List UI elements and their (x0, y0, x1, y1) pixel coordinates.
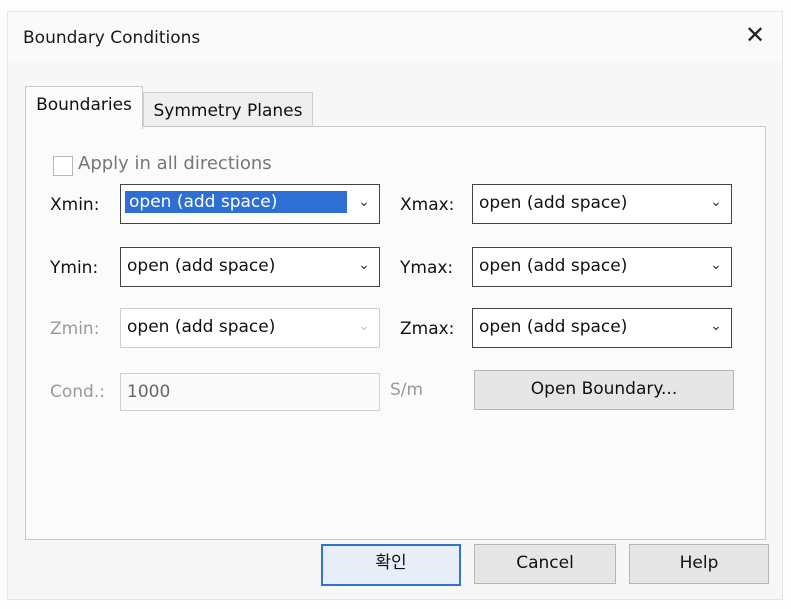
chevron-down-icon: ⌄ (358, 194, 370, 210)
zmax-select[interactable]: open (add space) ⌄ (472, 308, 732, 348)
ymin-label: Ymin: (50, 258, 99, 278)
xmin-value: open (add space) (125, 191, 347, 213)
ymax-label: Ymax: (400, 258, 454, 278)
chevron-down-icon: ⌄ (710, 318, 722, 334)
boundary-conditions-dialog: Boundary Conditions ✕ Boundaries Symmetr… (8, 12, 782, 599)
chevron-down-icon: ⌄ (710, 194, 722, 210)
ymax-value: open (add space) (479, 256, 628, 276)
title-bar: Boundary Conditions ✕ (8, 12, 782, 62)
dialog-title: Boundary Conditions (23, 28, 201, 48)
help-button[interactable]: Help (629, 544, 769, 584)
ymin-value: open (add space) (127, 256, 276, 276)
xmin-label: Xmin: (50, 195, 100, 215)
zmin-label: Zmin: (50, 319, 100, 339)
tab-boundaries[interactable]: Boundaries (25, 86, 143, 129)
open-boundary-button[interactable]: Open Boundary... (474, 370, 734, 410)
close-icon[interactable]: ✕ (740, 20, 770, 50)
xmax-select[interactable]: open (add space) ⌄ (472, 184, 732, 224)
apply-all-directions-checkbox[interactable] (53, 156, 73, 176)
cond-value: 1000 (127, 382, 171, 402)
zmax-label: Zmax: (400, 319, 455, 339)
zmax-value: open (add space) (479, 317, 628, 337)
zmin-value: open (add space) (127, 317, 276, 337)
chevron-down-icon: ⌄ (358, 257, 370, 273)
cancel-button[interactable]: Cancel (474, 544, 616, 584)
cond-label: Cond.: (50, 382, 105, 402)
xmax-value: open (add space) (479, 193, 628, 213)
xmax-label: Xmax: (400, 195, 455, 215)
chevron-down-icon: ⌄ (710, 257, 722, 273)
cond-unit: S/m (390, 380, 424, 400)
cond-input[interactable]: 1000 (120, 373, 380, 411)
tab-symmetry-planes[interactable]: Symmetry Planes (143, 92, 313, 127)
zmin-select[interactable]: open (add space) ⌄ (120, 308, 380, 348)
ymax-select[interactable]: open (add space) ⌄ (472, 247, 732, 287)
chevron-down-icon: ⌄ (358, 318, 370, 334)
ymin-select[interactable]: open (add space) ⌄ (120, 247, 380, 287)
ok-button[interactable]: 확인 (321, 544, 461, 586)
xmin-select[interactable]: open (add space) ⌄ (120, 184, 380, 224)
apply-all-directions-label: Apply in all directions (78, 153, 272, 174)
